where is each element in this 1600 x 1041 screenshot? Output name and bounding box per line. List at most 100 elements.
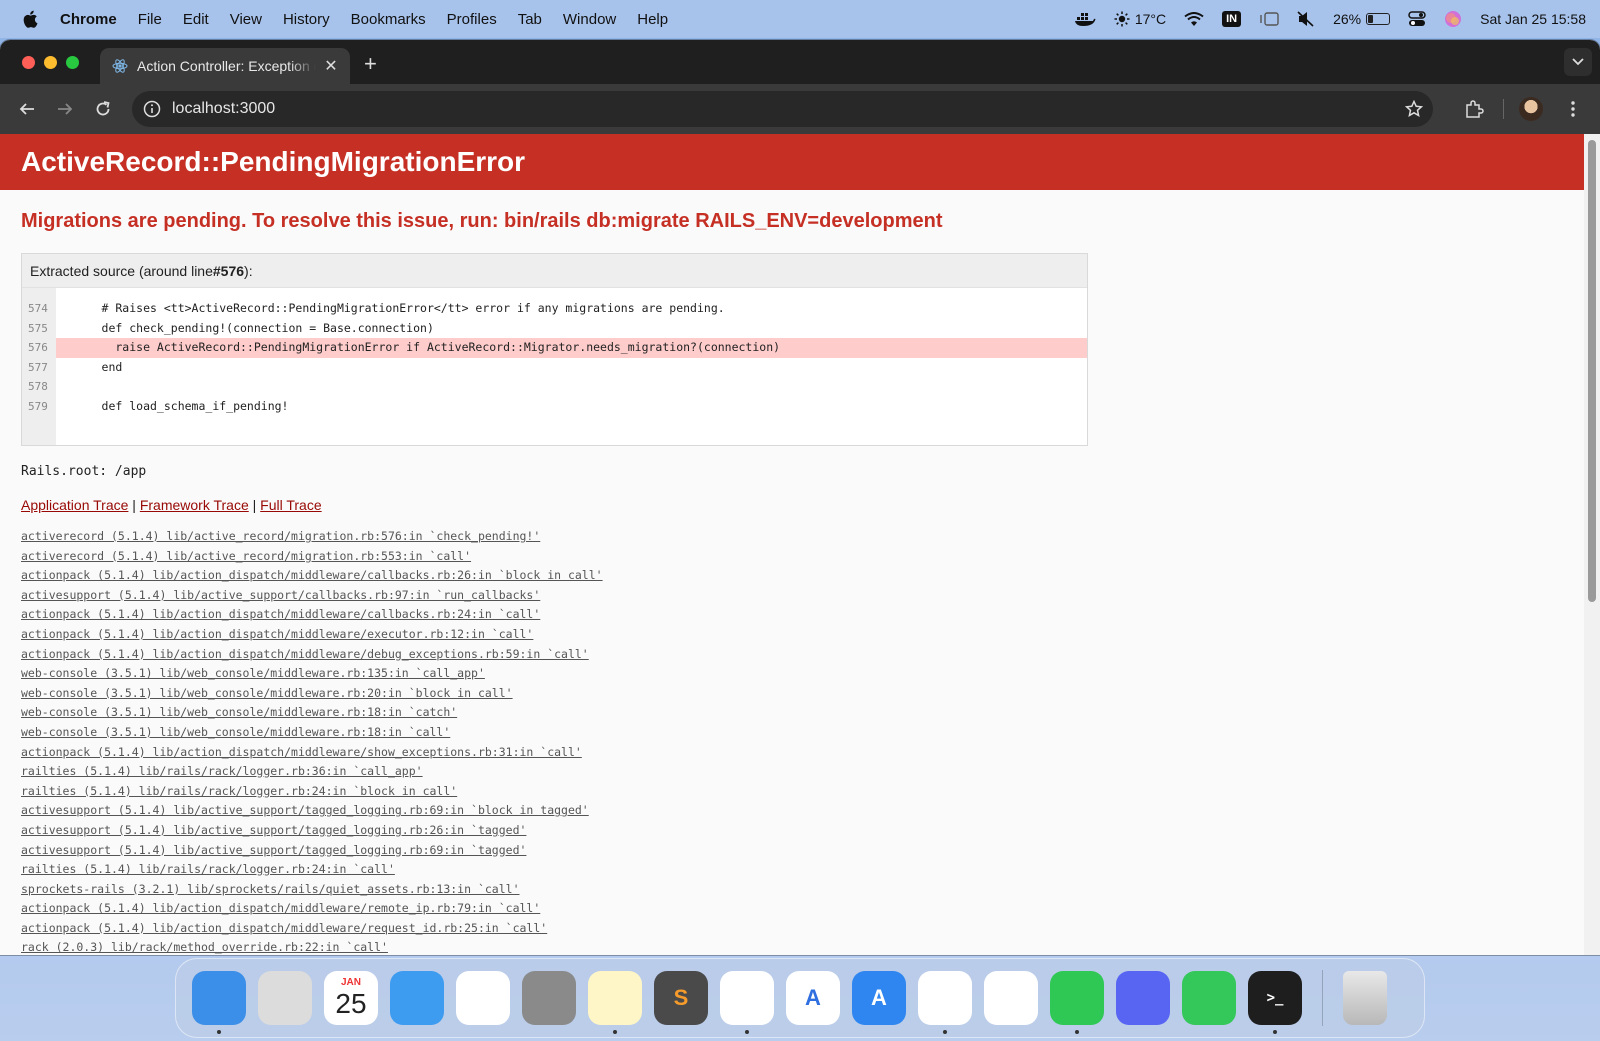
- finder-app[interactable]: [192, 971, 246, 1034]
- trace-entry[interactable]: web-console (3.5.1) lib/web_console/midd…: [21, 684, 1563, 704]
- calendar-app[interactable]: JAN 25: [324, 971, 378, 1025]
- profile-button[interactable]: [1516, 94, 1546, 124]
- system-settings-app[interactable]: [522, 971, 576, 1025]
- highlighted-code-line: raise ActiveRecord::PendingMigrationErro…: [56, 338, 1087, 358]
- trace-entry[interactable]: activesupport (5.1.4) lib/active_support…: [21, 821, 1563, 841]
- dock-divider: [1322, 970, 1323, 1026]
- trace-entry[interactable]: sprockets-rails (3.2.1) lib/sprockets/ra…: [21, 880, 1563, 900]
- sublime-text-app[interactable]: S: [654, 971, 708, 1025]
- running-indicator: [217, 1030, 221, 1034]
- mail-app[interactable]: [390, 971, 444, 1025]
- code-line: def check_pending!(connection = Base.con…: [60, 320, 434, 335]
- menu-app-name[interactable]: Chrome: [60, 11, 117, 28]
- address-bar[interactable]: localhost:3000: [132, 91, 1433, 127]
- trace-entry[interactable]: railties (5.1.4) lib/rails/rack/logger.r…: [21, 860, 1563, 880]
- code-line: # Raises <tt>ActiveRecord::PendingMigrat…: [60, 301, 725, 315]
- page-scrollbar[interactable]: [1584, 134, 1600, 955]
- trace-entry[interactable]: activerecord (5.1.4) lib/active_record/m…: [21, 547, 1563, 567]
- trace-entry[interactable]: activesupport (5.1.4) lib/active_support…: [21, 801, 1563, 821]
- notes-app[interactable]: [588, 971, 642, 1034]
- trash-icon[interactable]: [1343, 971, 1387, 1025]
- xcode-instruments-app[interactable]: A: [786, 971, 840, 1025]
- input-source-badge[interactable]: IN: [1222, 11, 1242, 27]
- bookmark-star-icon[interactable]: [1405, 100, 1423, 118]
- trace-entry[interactable]: activesupport (5.1.4) lib/active_support…: [21, 586, 1563, 606]
- facetime-app[interactable]: [1182, 971, 1236, 1025]
- close-tab-icon[interactable]: ✕: [322, 57, 340, 75]
- scrollbar-thumb[interactable]: [1588, 140, 1596, 602]
- trace-entry[interactable]: railties (5.1.4) lib/rails/rack/logger.r…: [21, 782, 1563, 802]
- vscode-app[interactable]: [720, 971, 774, 1034]
- discord-app[interactable]: [1116, 971, 1170, 1025]
- trace-entry[interactable]: actionpack (5.1.4) lib/action_dispatch/m…: [21, 566, 1563, 586]
- menu-file[interactable]: File: [138, 11, 162, 28]
- trace-entry[interactable]: actionpack (5.1.4) lib/action_dispatch/m…: [21, 899, 1563, 919]
- menu-history[interactable]: History: [283, 11, 330, 28]
- minimize-window-button[interactable]: [44, 56, 57, 69]
- line-number: 578: [28, 380, 48, 393]
- weather-temperature: 17°C: [1134, 11, 1167, 27]
- tab-title: Action Controller: Exception caught: [137, 58, 316, 74]
- forward-button[interactable]: [50, 94, 80, 124]
- app-store-app-glyph: A: [871, 985, 887, 1010]
- menu-tab[interactable]: Tab: [518, 11, 542, 28]
- trace-entry[interactable]: web-console (3.5.1) lib/web_console/midd…: [21, 703, 1563, 723]
- chrome-menu-button[interactable]: [1558, 94, 1588, 124]
- source-code: # Raises <tt>ActiveRecord::PendingMigrat…: [56, 288, 1087, 445]
- weather-status[interactable]: 17°C: [1114, 11, 1166, 27]
- running-indicator: [745, 1030, 749, 1034]
- line-number: 576: [28, 341, 48, 354]
- full-trace-link[interactable]: Full Trace: [260, 497, 321, 513]
- reminders-app[interactable]: [456, 971, 510, 1025]
- application-trace-link[interactable]: Application Trace: [21, 497, 128, 513]
- active-tab[interactable]: Action Controller: Exception caught ✕: [100, 48, 350, 84]
- battery-status[interactable]: 26%: [1333, 11, 1391, 27]
- url-text[interactable]: localhost:3000: [172, 100, 275, 118]
- site-info-icon[interactable]: [142, 99, 162, 119]
- trace-entry[interactable]: activerecord (5.1.4) lib/active_record/m…: [21, 527, 1563, 547]
- trace-entry[interactable]: actionpack (5.1.4) lib/action_dispatch/m…: [21, 605, 1563, 625]
- trace-entry[interactable]: actionpack (5.1.4) lib/action_dispatch/m…: [21, 743, 1563, 763]
- menu-window[interactable]: Window: [563, 11, 616, 28]
- siri-icon[interactable]: [1444, 10, 1462, 28]
- extensions-button[interactable]: [1459, 94, 1489, 124]
- puzzle-icon: [1466, 100, 1484, 118]
- new-tab-button[interactable]: +: [364, 51, 377, 77]
- safari-app[interactable]: [984, 971, 1038, 1025]
- trace-entry[interactable]: activesupport (5.1.4) lib/active_support…: [21, 841, 1563, 861]
- trace-entry[interactable]: railties (5.1.4) lib/rails/rack/logger.r…: [21, 762, 1563, 782]
- line-number: 575: [28, 321, 48, 335]
- app-store-app[interactable]: A: [852, 971, 906, 1025]
- reload-button[interactable]: [88, 94, 118, 124]
- control-center-icon[interactable]: [1408, 11, 1426, 27]
- menu-bookmarks[interactable]: Bookmarks: [351, 11, 426, 28]
- menu-help[interactable]: Help: [637, 11, 668, 28]
- whatsapp-app[interactable]: [1050, 971, 1104, 1034]
- framework-trace-link[interactable]: Framework Trace: [140, 497, 249, 513]
- trace-toggles: Application Trace | Framework Trace | Fu…: [21, 497, 1563, 513]
- docker-icon[interactable]: [1074, 11, 1096, 27]
- menu-profiles[interactable]: Profiles: [447, 11, 497, 28]
- mute-icon[interactable]: [1297, 11, 1315, 27]
- trace-entry[interactable]: actionpack (5.1.4) lib/action_dispatch/m…: [21, 645, 1563, 665]
- trace-separator: |: [248, 497, 261, 513]
- apple-menu-icon[interactable]: [22, 10, 38, 28]
- menu-edit[interactable]: Edit: [183, 11, 209, 28]
- trace-entry[interactable]: web-console (3.5.1) lib/web_console/midd…: [21, 664, 1563, 684]
- trace-entry[interactable]: web-console (3.5.1) lib/web_console/midd…: [21, 723, 1563, 743]
- chrome-app[interactable]: [918, 971, 972, 1034]
- menu-view[interactable]: View: [230, 11, 262, 28]
- trace-entry[interactable]: actionpack (5.1.4) lib/action_dispatch/m…: [21, 625, 1563, 645]
- zoom-window-button[interactable]: [66, 56, 79, 69]
- menu-clock[interactable]: Sat Jan 25 15:58: [1480, 11, 1586, 27]
- stage-manager-icon[interactable]: [1259, 12, 1279, 26]
- trace-entry[interactable]: actionpack (5.1.4) lib/action_dispatch/m…: [21, 919, 1563, 939]
- menu-bar: Chrome File Edit View History Bookmarks …: [0, 0, 1600, 38]
- wifi-icon[interactable]: [1184, 11, 1204, 27]
- trace-entry[interactable]: rack (2.0.3) lib/rack/method_override.rb…: [21, 938, 1563, 955]
- terminal-app[interactable]: >_: [1248, 971, 1302, 1034]
- tab-search-button[interactable]: [1564, 48, 1592, 76]
- launchpad-app[interactable]: [258, 971, 312, 1025]
- close-window-button[interactable]: [22, 56, 35, 69]
- back-button[interactable]: [12, 94, 42, 124]
